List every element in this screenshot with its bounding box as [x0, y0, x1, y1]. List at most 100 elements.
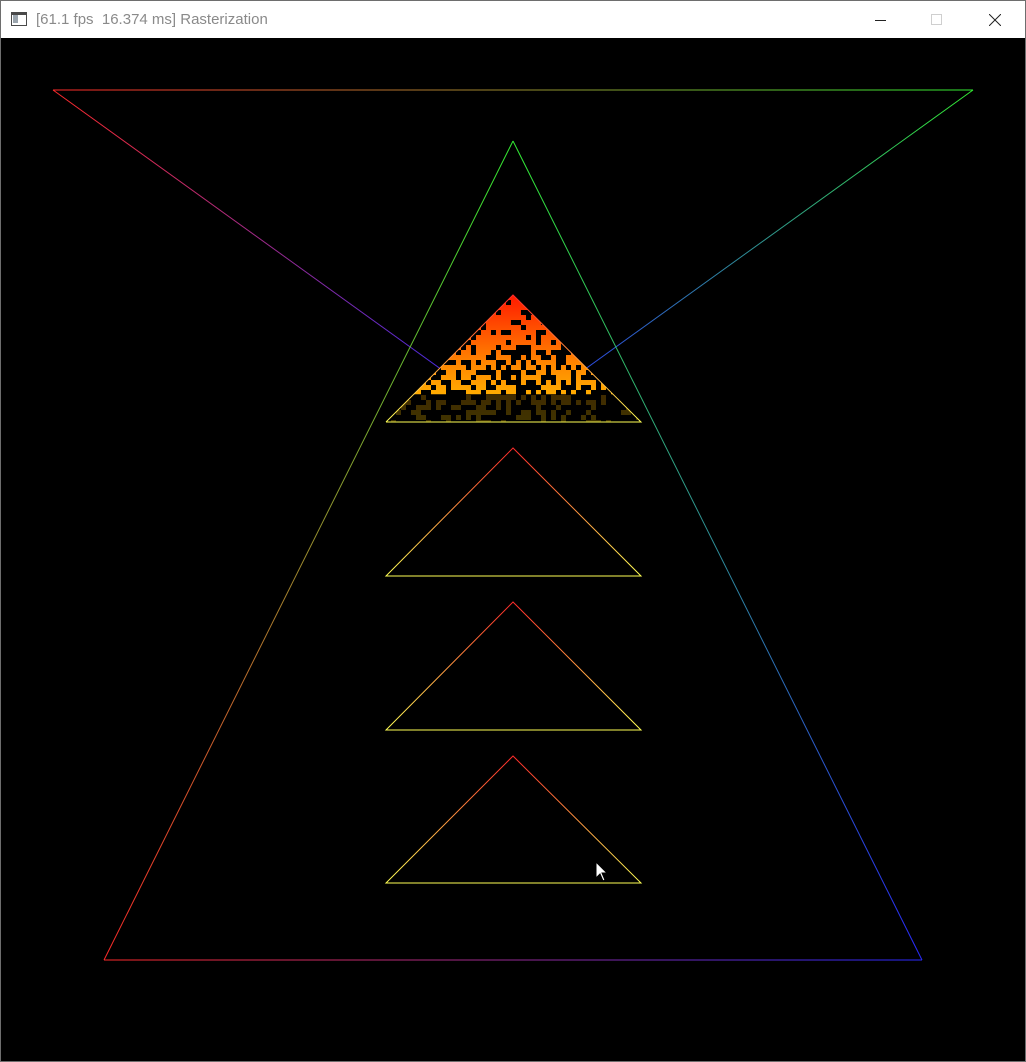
raster-gap-cell	[636, 370, 641, 375]
raster-gap-cell	[611, 370, 616, 375]
raster-gap-cell	[636, 360, 641, 365]
raster-gap-cell	[401, 345, 406, 350]
raster-gap-cell	[556, 365, 561, 370]
raster-gap-cell	[571, 385, 576, 390]
window-title: [61.1 fps 16.374 ms] Rasterization	[36, 11, 268, 28]
raster-gap-cell	[431, 385, 436, 390]
raster-gap-cell	[586, 385, 591, 390]
raster-gap-cell	[386, 410, 391, 415]
raster-gap-cell	[451, 300, 456, 305]
raster-gap-cell	[541, 380, 546, 385]
raster-gap-cell	[561, 385, 566, 390]
raster-gap-cell	[506, 350, 511, 355]
raster-gap-cell	[511, 380, 516, 385]
raster-gap-cell	[451, 320, 456, 325]
raster-gap-cell	[396, 320, 401, 325]
raster-gap-cell	[481, 310, 486, 315]
rasterization-scene	[52, 89, 974, 961]
raster-gap-cell	[411, 305, 416, 310]
small-outline-triangle-2	[384, 447, 643, 577]
raster-gap-cell	[451, 345, 456, 350]
raster-gap-cell	[616, 365, 621, 370]
raster-gap-cell	[406, 385, 411, 390]
raster-gap-cell	[531, 380, 536, 385]
raster-gap-cell	[491, 385, 496, 390]
raster-gap-cell	[516, 375, 521, 380]
raster-gap-cell	[401, 390, 406, 395]
close-button[interactable]	[971, 1, 1017, 38]
minimize-button[interactable]	[857, 1, 903, 38]
raster-gap-cell	[516, 385, 521, 390]
app-window-icon[interactable]	[11, 12, 27, 26]
raster-gap-band	[386, 394, 641, 422]
raster-gap-cell	[621, 345, 626, 350]
raster-gap-cell	[636, 380, 641, 385]
raster-gap-cell	[391, 305, 396, 310]
raster-gap-cell	[526, 350, 531, 355]
title-bar[interactable]: [61.1 fps 16.374 ms] Rasterization	[1, 1, 1025, 38]
raster-gap-cell	[571, 380, 576, 385]
raster-gap-cell	[516, 380, 521, 385]
raster-gap-cell	[551, 320, 556, 325]
raster-gap-cell	[561, 355, 566, 360]
raster-gap-cell	[521, 360, 526, 365]
raster-gap-cell	[556, 355, 561, 360]
app-window: [61.1 fps 16.374 ms] Rasterization	[0, 0, 1026, 1062]
raster-gap-cell	[396, 350, 401, 355]
render-canvas[interactable]	[1, 38, 1025, 1061]
raster-gap-cell	[391, 370, 396, 375]
raster-gap-cell	[411, 370, 416, 375]
raster-gap-cell	[501, 350, 506, 355]
raster-gap-cell	[511, 360, 516, 365]
raster-gap-cell	[621, 315, 626, 320]
raster-gap-cell	[441, 370, 446, 375]
raster-gap-cell	[581, 315, 586, 320]
raster-gap-cell	[596, 300, 601, 305]
raster-gap-cell	[551, 380, 556, 385]
raster-gap-cell	[466, 365, 471, 370]
maximize-button[interactable]	[913, 1, 959, 38]
raster-gap-cell	[391, 400, 396, 405]
raster-gap-cell	[536, 305, 541, 310]
raster-gap-cell	[636, 350, 641, 355]
raster-gap-cell	[536, 350, 541, 355]
raster-gap-cell	[591, 375, 596, 380]
raster-gap-cell	[386, 380, 391, 385]
raster-gap-cell	[596, 380, 601, 385]
raster-gap-cell	[461, 360, 466, 365]
raster-gap-cell	[416, 375, 421, 380]
raster-gap-cell	[581, 385, 586, 390]
raster-gap-cell	[446, 345, 451, 350]
raster-gap-cell	[621, 350, 626, 355]
raster-gap-cell	[431, 365, 436, 370]
raster-gap-cell	[561, 360, 566, 365]
raster-gap-cell	[601, 365, 606, 370]
raster-gap-cell	[566, 325, 571, 330]
raster-gap-cell	[576, 335, 581, 340]
raster-gap-cell	[461, 335, 466, 340]
raster-gap-cell	[516, 320, 521, 325]
raster-gap-cell	[416, 340, 421, 345]
raster-gap-cell	[486, 355, 491, 360]
raster-gap-cell	[436, 375, 441, 380]
raster-gap-cell	[406, 390, 411, 395]
raster-gap-cell	[401, 395, 406, 400]
raster-gap-cell	[421, 365, 426, 370]
raster-gap-cell	[596, 345, 601, 350]
raster-gap-cell	[436, 310, 441, 315]
raster-gap-cell	[526, 380, 531, 385]
raster-gap-cell	[506, 365, 511, 370]
raster-gap-cell	[496, 365, 501, 370]
raster-gap-cell	[526, 345, 531, 350]
raster-gap-cell	[621, 375, 626, 380]
raster-gap-cell	[491, 375, 496, 380]
raster-gap-cell	[391, 350, 396, 355]
raster-gap-cell	[506, 340, 511, 345]
raster-gap-cell	[571, 375, 576, 380]
raster-gap-cell	[576, 365, 581, 370]
raster-gap-cell	[581, 340, 586, 345]
raster-gap-cell	[406, 305, 411, 310]
raster-gap-cell	[561, 335, 566, 340]
raster-gap-cell	[631, 355, 636, 360]
raster-gap-cell	[411, 330, 416, 335]
